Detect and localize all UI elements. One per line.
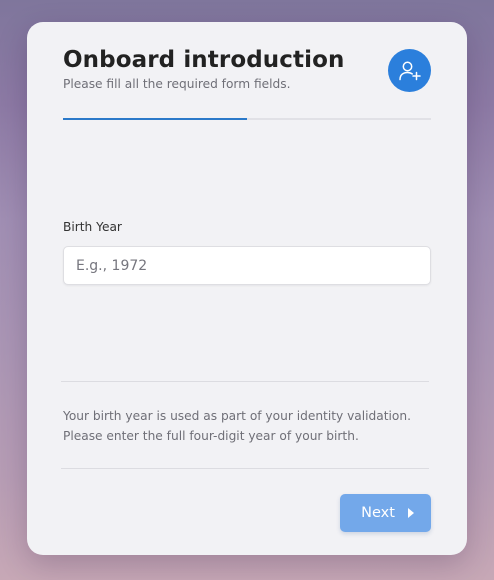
help-text: Your birth year is used as part of your … [63, 409, 411, 443]
next-button[interactable]: Next [340, 494, 431, 532]
divider-top [61, 381, 429, 382]
progress-fill [63, 118, 247, 120]
progress-track [63, 118, 431, 120]
page-subtitle: Please fill all the required form fields… [63, 77, 291, 91]
add-user-avatar [388, 49, 431, 92]
birth-year-input[interactable] [63, 246, 431, 285]
divider-bottom [61, 468, 429, 469]
add-user-icon [398, 61, 421, 80]
next-button-label: Next [361, 505, 395, 521]
birth-year-label: Birth Year [63, 220, 122, 234]
page-title: Onboard introduction [63, 47, 345, 73]
onboarding-card: Onboard introduction Please fill all the… [27, 22, 467, 555]
caret-right-icon [407, 508, 414, 518]
